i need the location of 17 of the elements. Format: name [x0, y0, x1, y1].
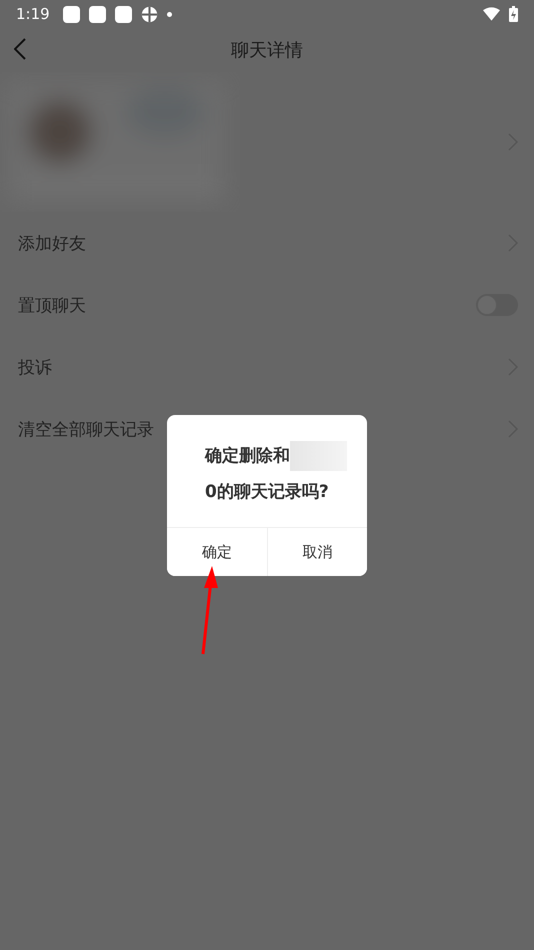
- notification-icon: [62, 6, 80, 22]
- pinwheel-icon: [140, 6, 158, 22]
- redacted-name: [290, 441, 347, 471]
- notification-icon: [88, 6, 106, 22]
- dialog-message: 确定删除和: [205, 445, 290, 467]
- battery-icon: [509, 6, 518, 22]
- dialog-message: 0的聊天记录吗?: [205, 481, 329, 503]
- dialog-button[interactable]: 取消: [266, 528, 367, 576]
- notification-icon: [114, 6, 132, 22]
- menu-label: 置顶聊天: [18, 294, 86, 316]
- menu-item[interactable]: 清空全部聊天记录: [18, 418, 154, 440]
- dot-icon: [166, 12, 172, 16]
- page-title: 聊天详情: [231, 39, 303, 62]
- wifi-icon: [483, 7, 500, 21]
- menu-item[interactable]: 投诉: [18, 356, 52, 378]
- menu-item[interactable]: 添加好友: [18, 232, 86, 254]
- status-time: 1:19: [16, 5, 50, 23]
